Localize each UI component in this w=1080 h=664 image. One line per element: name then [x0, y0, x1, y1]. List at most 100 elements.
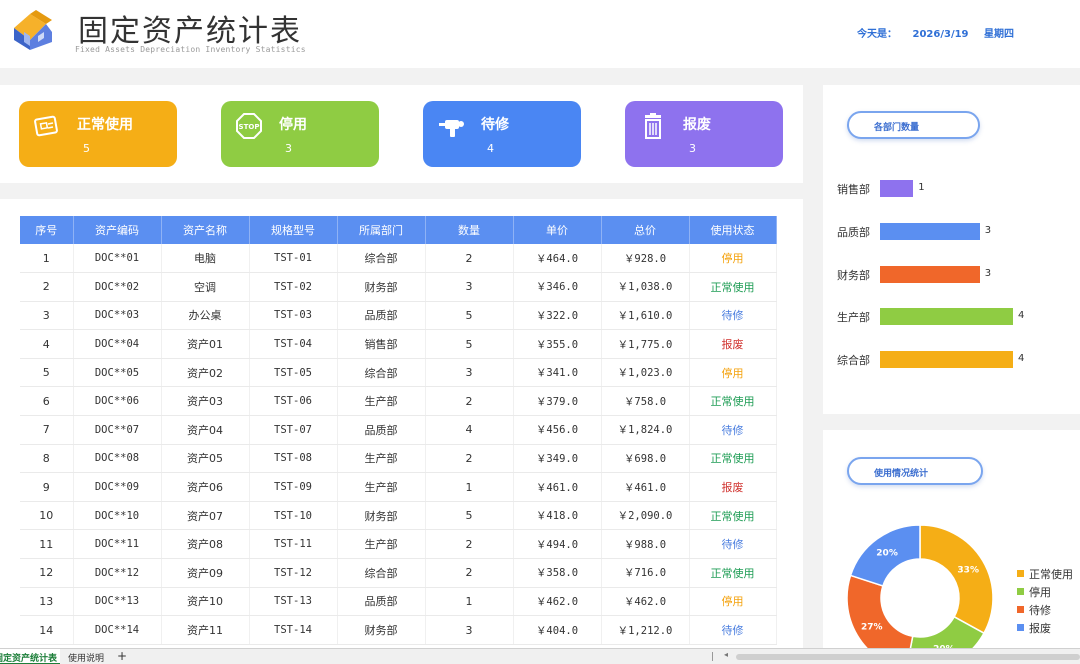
table-cell[interactable]: ￥322.0 [513, 301, 602, 331]
table-cell[interactable]: 2 [425, 529, 514, 560]
table-cell[interactable]: 财务部 [337, 501, 426, 531]
table-cell[interactable]: 品质部 [337, 415, 426, 445]
sheet-tab-instructions[interactable]: 使用说明 [68, 649, 104, 664]
table-row[interactable]: 3 DOC**03 办公桌 TST-03 品质部 5 ￥322.0 ￥1,610.0 待修 [20, 301, 777, 331]
table-cell[interactable]: ￥494.0 [513, 529, 602, 560]
table-cell[interactable]: 资产08 [161, 529, 250, 560]
card-stopped[interactable]: STOP 停用 3 [221, 101, 379, 167]
table-cell[interactable]: 品质部 [337, 587, 426, 617]
table-cell[interactable]: 4 [20, 329, 74, 359]
table-cell[interactable]: TST-12 [249, 558, 338, 588]
table-cell[interactable]: DOC**09 [73, 472, 162, 502]
status-cell[interactable]: 报废 [689, 329, 777, 359]
table-cell[interactable]: ￥404.0 [513, 615, 602, 645]
table-cell[interactable]: 1 [425, 587, 514, 617]
table-cell[interactable]: ￥461.0 [601, 472, 690, 502]
table-cell[interactable]: 2 [425, 244, 514, 274]
table-cell[interactable]: DOC**11 [73, 529, 162, 560]
table-cell[interactable]: 生产部 [337, 529, 426, 560]
table-row[interactable]: 7 DOC**07 资产04 TST-07 品质部 4 ￥456.0 ￥1,824.0 待修 [20, 415, 777, 445]
table-cell[interactable]: ￥461.0 [513, 472, 602, 502]
status-cell[interactable]: 停用 [689, 587, 777, 617]
table-cell[interactable]: 11 [20, 529, 74, 560]
table-cell[interactable]: DOC**07 [73, 415, 162, 445]
table-cell[interactable]: TST-02 [249, 272, 338, 302]
scroll-left-arrow-icon[interactable]: ◂ [724, 650, 728, 659]
table-cell[interactable]: ￥988.0 [601, 529, 690, 560]
table-cell[interactable]: ￥462.0 [513, 587, 602, 617]
table-cell[interactable]: TST-10 [249, 501, 338, 531]
table-cell[interactable]: 资产03 [161, 386, 250, 417]
status-cell[interactable]: 正常使用 [689, 272, 777, 302]
status-cell[interactable]: 待修 [689, 301, 777, 331]
table-cell[interactable]: 3 [425, 615, 514, 645]
table-cell[interactable]: TST-09 [249, 472, 338, 502]
table-cell[interactable]: ￥456.0 [513, 415, 602, 445]
table-cell[interactable]: ￥379.0 [513, 386, 602, 417]
table-cell[interactable]: 2 [20, 272, 74, 302]
status-cell[interactable]: 正常使用 [689, 558, 777, 588]
table-cell[interactable]: ￥341.0 [513, 358, 602, 388]
table-cell[interactable]: 3 [425, 358, 514, 388]
table-row[interactable]: 14 DOC**14 资产11 TST-14 财务部 3 ￥404.0 ￥1,212.0 待修 [20, 615, 777, 645]
table-cell[interactable]: ￥698.0 [601, 444, 690, 474]
table-cell[interactable]: DOC**05 [73, 358, 162, 388]
table-row[interactable]: 8 DOC**08 资产05 TST-08 生产部 2 ￥349.0 ￥698.0 正常使用 [20, 444, 777, 474]
table-cell[interactable]: 5 [425, 501, 514, 531]
table-row[interactable]: 6 DOC**06 资产03 TST-06 生产部 2 ￥379.0 ￥758.0 正常使用 [20, 386, 777, 417]
table-cell[interactable]: DOC**01 [73, 244, 162, 274]
table-row[interactable]: 5 DOC**05 资产02 TST-05 综合部 3 ￥341.0 ￥1,023.0 停用 [20, 358, 777, 388]
table-cell[interactable]: 财务部 [337, 272, 426, 302]
table-cell[interactable]: ￥716.0 [601, 558, 690, 588]
table-cell[interactable]: 资产02 [161, 358, 250, 388]
table-cell[interactable]: 12 [20, 558, 74, 588]
table-row[interactable]: 13 DOC**13 资产10 TST-13 品质部 1 ￥462.0 ￥462.0 停用 [20, 587, 777, 617]
table-cell[interactable]: ￥1,023.0 [601, 358, 690, 388]
table-cell[interactable]: 1 [425, 472, 514, 502]
table-cell[interactable]: TST-04 [249, 329, 338, 359]
card-normal-use[interactable]: 正常使用 5 [19, 101, 177, 167]
table-cell[interactable]: 14 [20, 615, 74, 645]
table-row[interactable]: 1 DOC**01 电脑 TST-01 综合部 2 ￥464.0 ￥928.0 停用 [20, 244, 777, 274]
table-cell[interactable]: DOC**02 [73, 272, 162, 302]
table-cell[interactable]: 7 [20, 415, 74, 445]
horizontal-scrollbar[interactable] [736, 654, 1080, 660]
table-cell[interactable]: 9 [20, 472, 74, 502]
table-row[interactable]: 2 DOC**02 空调 TST-02 财务部 3 ￥346.0 ￥1,038.0 正常使用 [20, 272, 777, 302]
status-cell[interactable]: 停用 [689, 244, 777, 274]
status-cell[interactable]: 待修 [689, 529, 777, 560]
status-cell[interactable]: 正常使用 [689, 444, 777, 474]
table-row[interactable]: 12 DOC**12 资产09 TST-12 综合部 2 ￥358.0 ￥716.0 正常使用 [20, 558, 777, 588]
table-cell[interactable]: TST-03 [249, 301, 338, 331]
table-cell[interactable]: ￥758.0 [601, 386, 690, 417]
table-cell[interactable]: 10 [20, 501, 74, 531]
table-cell[interactable]: ￥1,610.0 [601, 301, 690, 331]
table-cell[interactable]: 8 [20, 444, 74, 474]
table-cell[interactable]: TST-14 [249, 615, 338, 645]
table-cell[interactable]: 3 [425, 272, 514, 302]
table-cell[interactable]: 空调 [161, 272, 250, 302]
table-cell[interactable]: 办公桌 [161, 301, 250, 331]
table-cell[interactable]: 13 [20, 587, 74, 617]
status-cell[interactable]: 待修 [689, 415, 777, 445]
table-cell[interactable]: 2 [425, 558, 514, 588]
table-row[interactable]: 10 DOC**10 资产07 TST-10 财务部 5 ￥418.0 ￥2,090.0 正常使… [20, 501, 777, 531]
table-cell[interactable]: 电脑 [161, 244, 250, 274]
table-cell[interactable]: TST-05 [249, 358, 338, 388]
table-cell[interactable]: ￥355.0 [513, 329, 602, 359]
table-cell[interactable]: 资产06 [161, 472, 250, 502]
table-cell[interactable]: ￥1,775.0 [601, 329, 690, 359]
table-cell[interactable]: 综合部 [337, 244, 426, 274]
table-cell[interactable]: TST-07 [249, 415, 338, 445]
table-cell[interactable]: TST-01 [249, 244, 338, 274]
table-cell[interactable]: 1 [20, 244, 74, 274]
status-cell[interactable]: 正常使用 [689, 501, 777, 531]
table-cell[interactable]: TST-11 [249, 529, 338, 560]
table-row[interactable]: 4 DOC**04 资产01 TST-04 销售部 5 ￥355.0 ￥1,775.0 报废 [20, 329, 777, 359]
table-row[interactable]: 9 DOC**09 资产06 TST-09 生产部 1 ￥461.0 ￥461.0 报废 [20, 472, 777, 502]
table-cell[interactable]: ￥2,090.0 [601, 501, 690, 531]
table-cell[interactable]: DOC**12 [73, 558, 162, 588]
table-cell[interactable]: TST-08 [249, 444, 338, 474]
table-cell[interactable]: ￥358.0 [513, 558, 602, 588]
table-cell[interactable]: 资产07 [161, 501, 250, 531]
